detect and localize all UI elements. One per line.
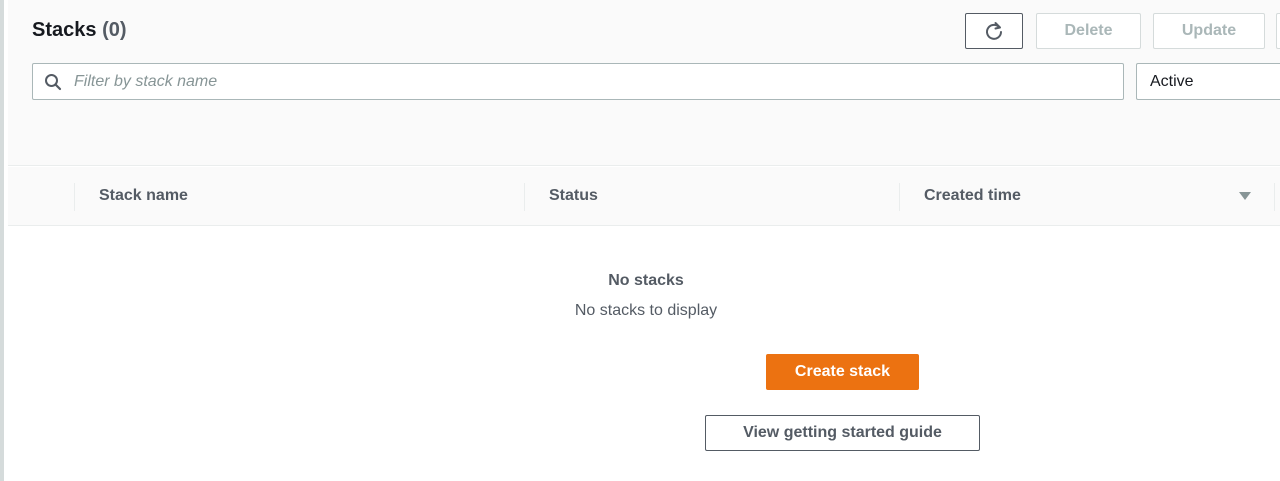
table-header: Stack name Status Created time bbox=[8, 167, 1280, 226]
status-filter-select[interactable]: Active bbox=[1136, 63, 1280, 100]
delete-button[interactable]: Delete bbox=[1036, 13, 1141, 49]
more-actions-button[interactable] bbox=[1276, 13, 1280, 49]
column-divider bbox=[1274, 183, 1275, 211]
page-title: Stacks (0) bbox=[32, 19, 127, 42]
column-divider bbox=[899, 183, 900, 211]
column-header-created-time[interactable]: Created time bbox=[924, 187, 1021, 205]
empty-state-subtitle: No stacks to display bbox=[574, 302, 718, 319]
getting-started-guide-button[interactable]: View getting started guide bbox=[705, 415, 980, 451]
stack-filter[interactable] bbox=[32, 63, 1124, 100]
page-title-text: Stacks bbox=[32, 19, 97, 41]
refresh-icon bbox=[986, 22, 1002, 40]
update-button[interactable]: Update bbox=[1153, 13, 1265, 49]
column-divider bbox=[524, 183, 525, 211]
stacks-header: Stacks (0) Delete Update Active bbox=[8, 0, 1280, 166]
search-icon bbox=[45, 73, 62, 90]
caret-down-icon[interactable] bbox=[1238, 191, 1252, 201]
refresh-button[interactable] bbox=[965, 13, 1023, 49]
status-filter-value: Active bbox=[1150, 72, 1194, 90]
column-header-status[interactable]: Status bbox=[549, 187, 598, 205]
stack-count: (0) bbox=[102, 19, 127, 41]
empty-state-title: No stacks bbox=[608, 272, 684, 289]
column-header-stack-name[interactable]: Stack name bbox=[99, 187, 188, 205]
search-input[interactable] bbox=[74, 72, 1074, 91]
column-divider bbox=[74, 183, 75, 211]
stacks-panel: Stacks (0) Delete Update Active Stack na… bbox=[0, 0, 1280, 481]
create-stack-button[interactable]: Create stack bbox=[766, 354, 919, 390]
